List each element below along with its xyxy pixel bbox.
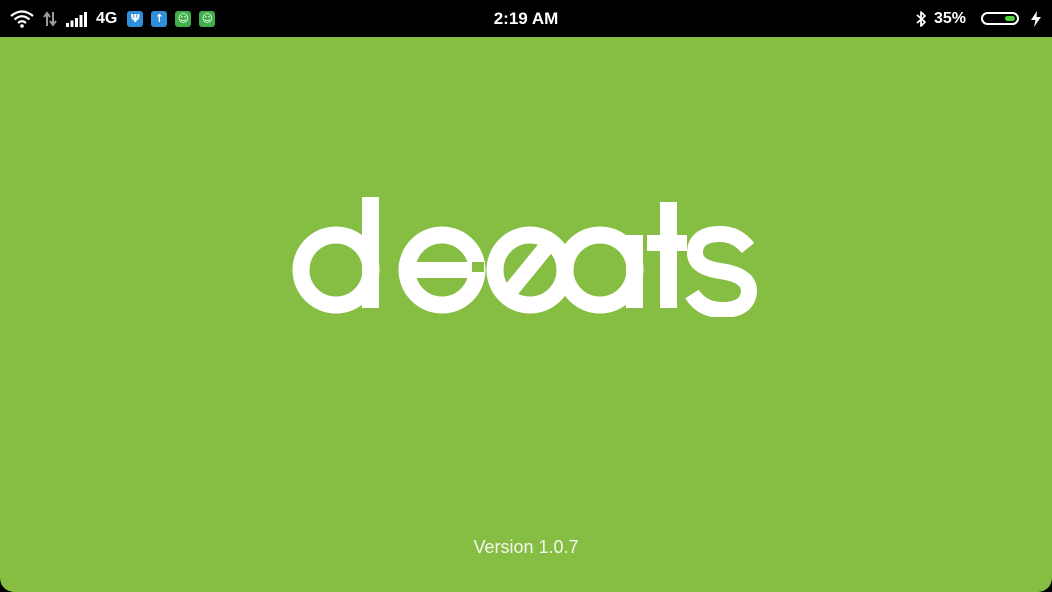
status-bar-right: 35% — [915, 0, 1042, 37]
battery-level — [1004, 16, 1015, 21]
deeats-logo: deeats — [292, 197, 758, 317]
battery-icon — [981, 12, 1019, 25]
splash-screen: deeats Version 1.0.7 — [0, 37, 1052, 592]
charging-icon — [1031, 10, 1041, 27]
screen: 4G Ψ↑☺☺ 2:19 AM 35% deeats — [0, 0, 1052, 592]
version-label: Version 1.0.7 — [473, 537, 579, 557]
bluetooth-icon — [916, 10, 926, 27]
battery-percent: 35% — [933, 10, 966, 27]
clock: 2:19 AM — [493, 9, 559, 28]
status-bar: 4G Ψ ↑ ☺ ☺ 2:19 AM 35% — [0, 0, 1052, 37]
